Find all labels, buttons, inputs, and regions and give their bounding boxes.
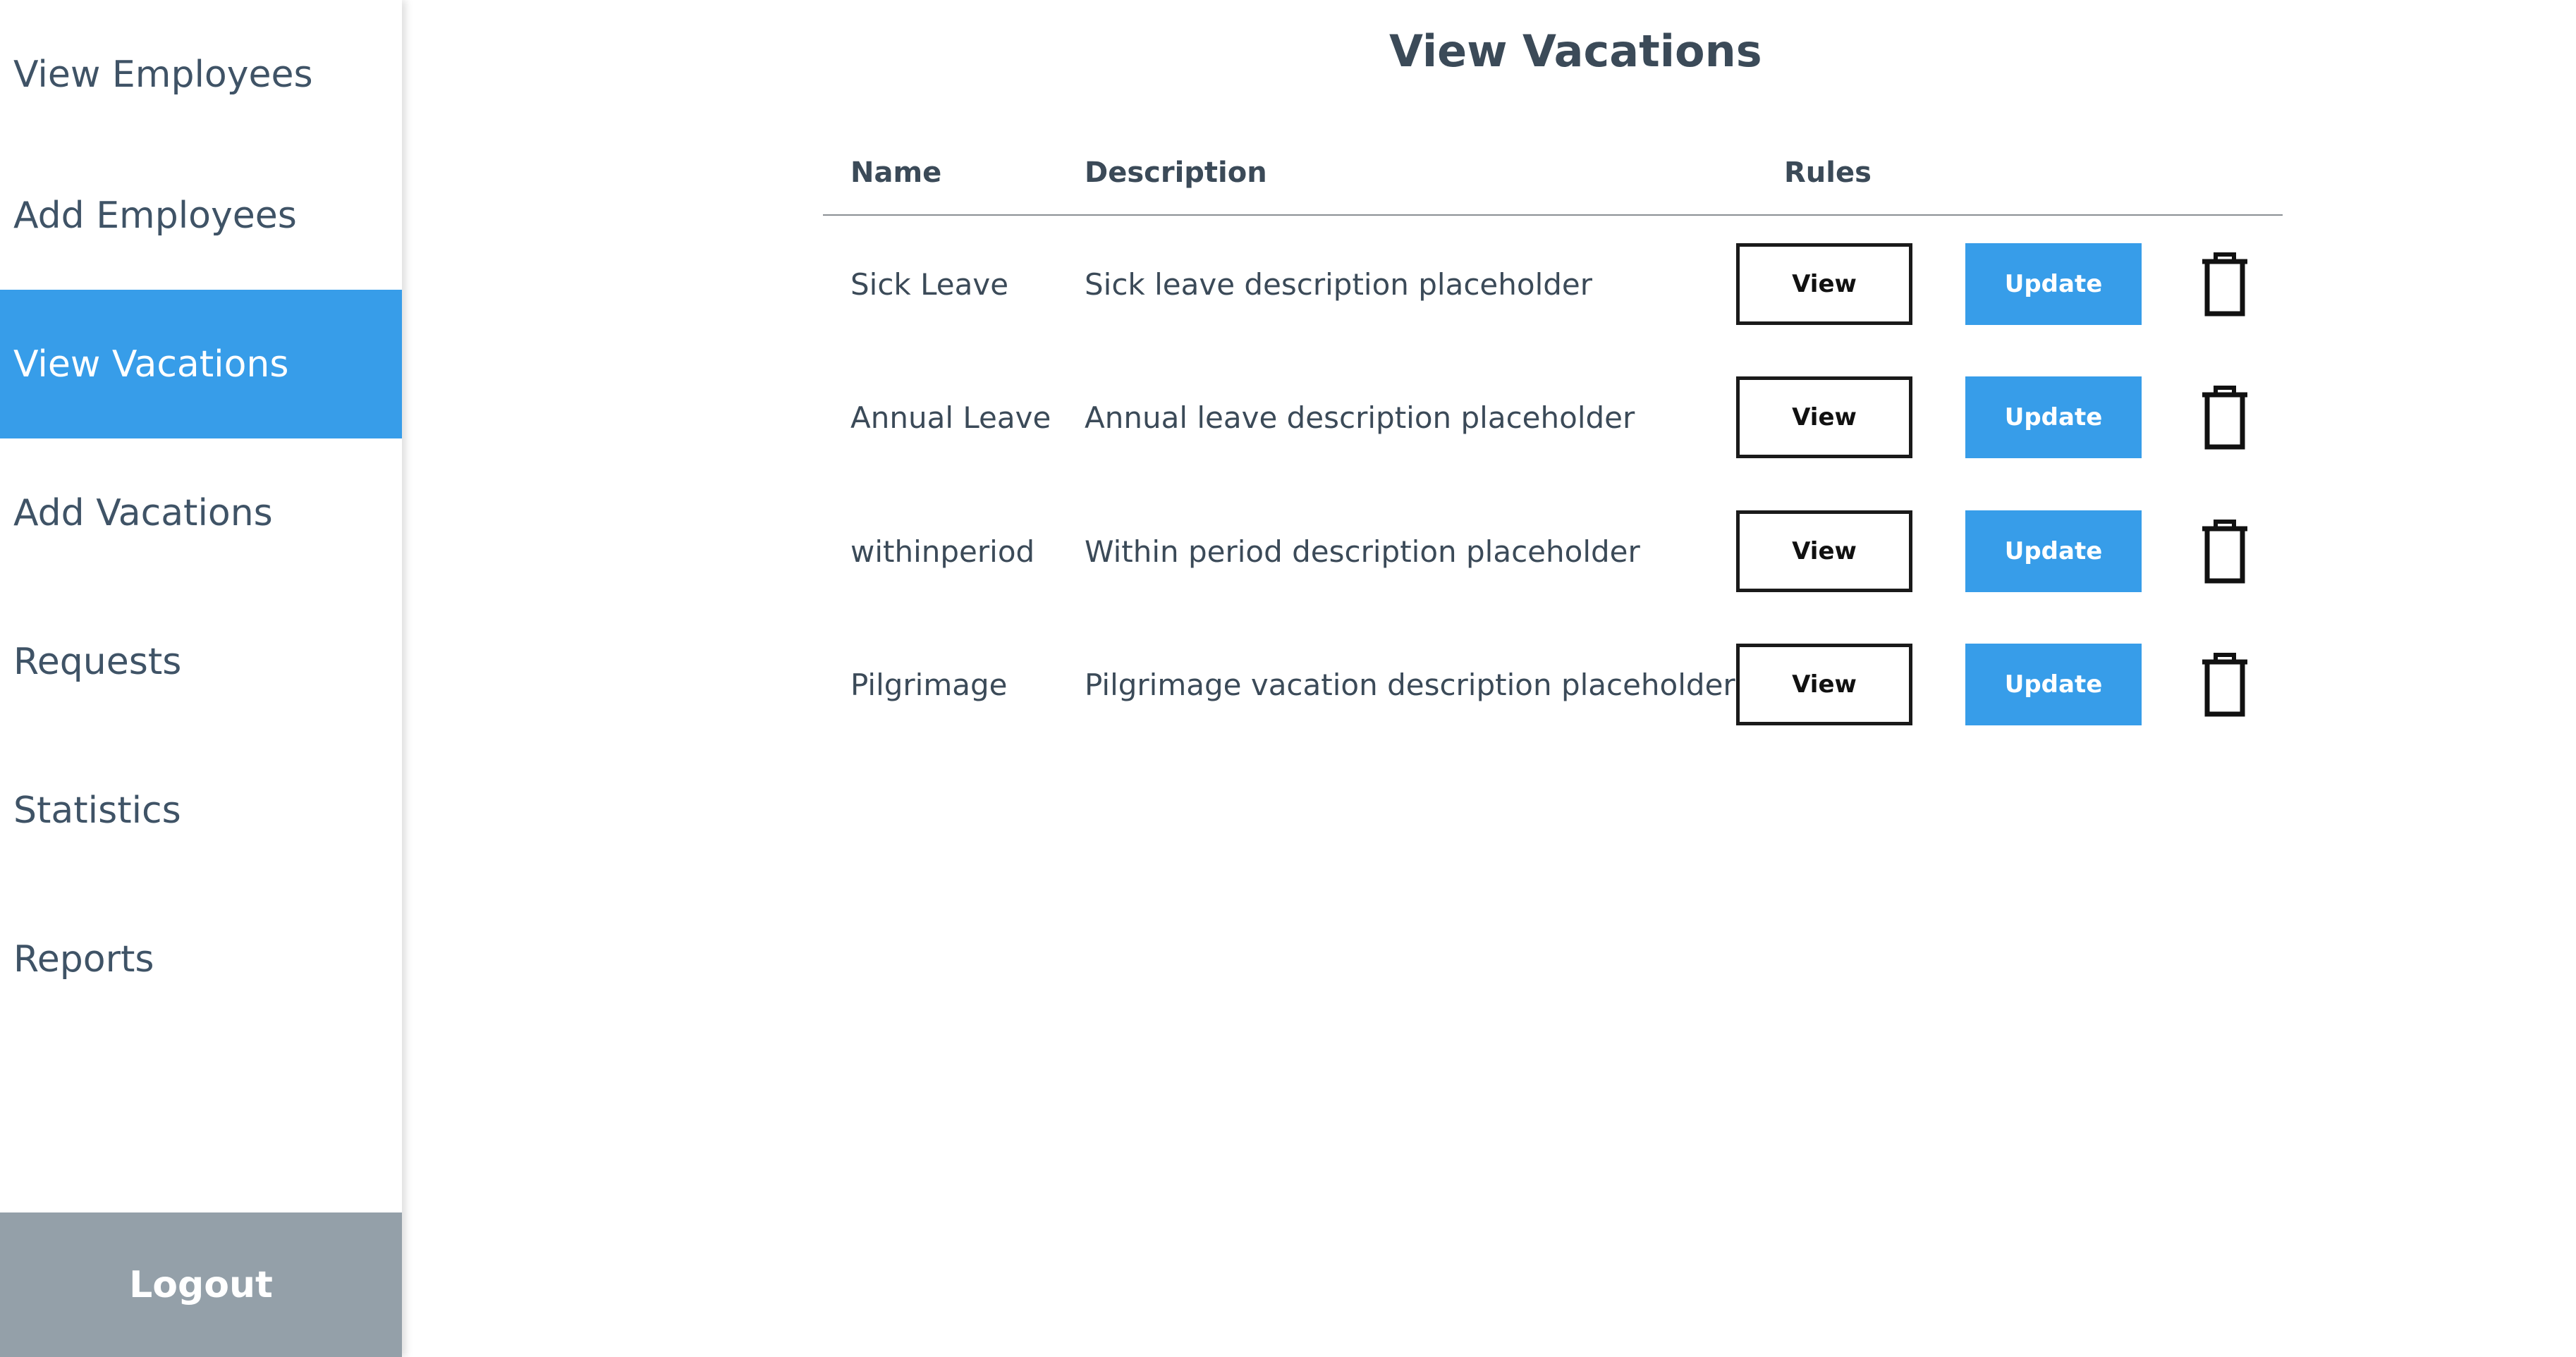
column-header-rules: Rules [1784, 156, 1872, 189]
sidebar-item-label: Requests [13, 640, 182, 683]
vacation-description: Sick leave description placeholder [1085, 266, 1593, 302]
sidebar-item-view-employees[interactable]: View Employees [0, 0, 402, 149]
view-rules-button[interactable]: View [1736, 644, 1912, 725]
sidebar-item-view-vacations[interactable]: View Vacations [0, 290, 402, 438]
vacation-name: Annual Leave [850, 400, 1051, 435]
sidebar-item-requests[interactable]: Requests [0, 587, 402, 736]
sidebar-item-label: Add Employees [13, 194, 297, 237]
column-header-description: Description [1085, 156, 1267, 189]
sidebar-item-label: View Employees [13, 53, 313, 96]
view-rules-button[interactable]: View [1736, 243, 1912, 325]
vacation-name: withinperiod [850, 534, 1035, 569]
view-rules-button[interactable]: View [1736, 510, 1912, 592]
table-header-divider [823, 214, 2283, 216]
vacation-description: Annual leave description placeholder [1085, 400, 1635, 435]
view-rules-button[interactable]: View [1736, 376, 1912, 458]
page-title: View Vacations [1389, 25, 1762, 77]
sidebar-item-statistics[interactable]: Statistics [0, 736, 402, 885]
sidebar-item-reports[interactable]: Reports [0, 885, 402, 1033]
sidebar: View Employees Add Employees View Vacati… [0, 0, 402, 1357]
sidebar-item-label: Add Vacations [13, 491, 273, 534]
sidebar-item-add-vacations[interactable]: Add Vacations [0, 438, 402, 587]
trash-icon[interactable] [2200, 652, 2250, 717]
logout-button[interactable]: Logout [0, 1212, 402, 1357]
vacation-name: Sick Leave [850, 266, 1009, 302]
vacation-description: Pilgrimage vacation description placehol… [1085, 667, 1735, 702]
vacation-name: Pilgrimage [850, 667, 1008, 702]
update-button[interactable]: Update [1965, 243, 2142, 325]
vacation-description: Within period description placeholder [1085, 534, 1640, 569]
trash-icon[interactable] [2200, 252, 2250, 317]
sidebar-item-add-employees[interactable]: Add Employees [0, 141, 402, 290]
update-button[interactable]: Update [1965, 644, 2142, 725]
sidebar-item-label: View Vacations [13, 343, 289, 386]
sidebar-item-label: Reports [13, 938, 154, 981]
sidebar-item-label: Statistics [13, 789, 181, 832]
trash-icon[interactable] [2200, 385, 2250, 450]
trash-icon[interactable] [2200, 519, 2250, 584]
update-button[interactable]: Update [1965, 510, 2142, 592]
column-header-name: Name [850, 156, 942, 189]
update-button[interactable]: Update [1965, 376, 2142, 458]
